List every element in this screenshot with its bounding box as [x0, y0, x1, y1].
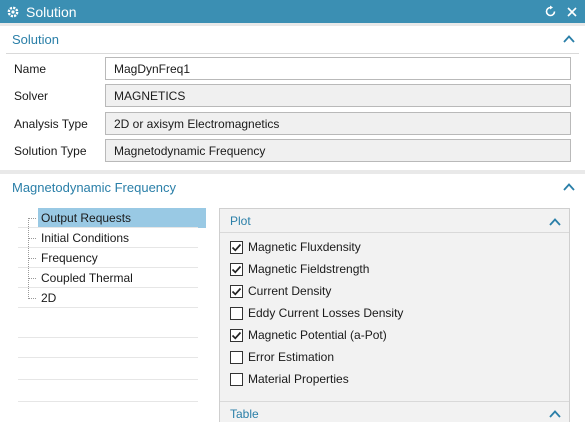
plot-option-checkbox[interactable]: Magnetic Fieldstrength: [230, 259, 369, 279]
solution-section-header: Solution: [12, 32, 59, 47]
analysis-type-field: 2D or axisym Electromagnetics: [105, 112, 571, 135]
plot-option-checkbox[interactable]: Magnetic Fluxdensity: [230, 237, 361, 257]
table-group-title: Table: [230, 407, 259, 421]
name-field[interactable]: MagDynFreq1: [105, 57, 571, 80]
plot-option-label: Eddy Current Losses Density: [248, 306, 404, 320]
checkbox-unchecked-icon[interactable]: [230, 372, 243, 386]
plot-option-label: Magnetic Fieldstrength: [248, 262, 370, 276]
tree-row-line: [18, 228, 198, 248]
tree-row-line: [18, 404, 198, 422]
plot-option-label: Error Estimation: [248, 350, 335, 364]
solver-label: Solver: [14, 89, 49, 103]
analysis-type-label: Analysis Type: [14, 117, 88, 131]
window-title: Solution: [26, 3, 77, 20]
mdf-section-header: Magnetodynamic Frequency: [12, 180, 177, 195]
output-requests-panel: Plot Magnetic Fluxdensity Magnetic Fields…: [219, 208, 570, 422]
table-group-header[interactable]: Table: [220, 401, 569, 422]
plot-option-label: Current Density: [248, 284, 332, 298]
reset-icon[interactable]: [543, 5, 557, 19]
tree-row-line: [18, 248, 198, 268]
chevron-up-icon[interactable]: [563, 33, 575, 43]
window-titlebar: Solution: [0, 0, 585, 23]
checkbox-checked-icon[interactable]: [230, 262, 243, 276]
plot-option-label: Magnetic Potential (a-Pot): [248, 328, 387, 342]
tree-row-line: [18, 360, 198, 380]
tree-row-line: [18, 268, 198, 288]
plot-group-title: Plot: [230, 214, 251, 228]
plot-option-checkbox[interactable]: Material Properties: [230, 369, 349, 389]
tree-row-line: [18, 338, 198, 358]
plot-option-label: Material Properties: [248, 372, 349, 386]
gear-icon: [6, 5, 20, 19]
tree-row-line: [18, 318, 198, 338]
checkbox-checked-icon[interactable]: [230, 328, 243, 342]
tree-row-line: [18, 208, 198, 228]
plot-group-header[interactable]: Plot: [220, 209, 569, 233]
solution-type-label: Solution Type: [14, 144, 87, 158]
name-row: Name MagDynFreq1: [0, 57, 585, 81]
checkbox-checked-icon[interactable]: [230, 284, 243, 298]
chevron-up-icon[interactable]: [563, 181, 575, 191]
magnetodynamic-frequency-section: Magnetodynamic Frequency Output Requests…: [0, 174, 585, 422]
analysis-type-row: Analysis Type 2D or axisym Electromagnet…: [0, 112, 585, 136]
tree-row-line: [18, 288, 198, 308]
close-icon[interactable]: [565, 5, 579, 19]
chevron-up-icon[interactable]: [549, 216, 561, 226]
plot-option-label: Magnetic Fluxdensity: [248, 240, 361, 254]
name-label: Name: [14, 62, 47, 76]
checkbox-unchecked-icon[interactable]: [230, 306, 243, 320]
tree-row-line: [18, 382, 198, 402]
checkbox-unchecked-icon[interactable]: [230, 350, 243, 364]
solution-tree: Output Requests Initial Conditions Frequ…: [18, 208, 208, 422]
plot-option-checkbox[interactable]: Current Density: [230, 281, 331, 301]
plot-option-checkbox[interactable]: Error Estimation: [230, 347, 334, 367]
solution-type-field: Magnetodynamic Frequency: [105, 139, 571, 162]
section-divider: [6, 53, 579, 54]
solver-row: Solver MAGNETICS: [0, 84, 585, 108]
solution-type-row: Solution Type Magnetodynamic Frequency: [0, 139, 585, 163]
checkbox-checked-icon[interactable]: [230, 240, 243, 254]
chevron-up-icon[interactable]: [549, 408, 561, 418]
plot-option-checkbox[interactable]: Magnetic Potential (a-Pot): [230, 325, 387, 345]
plot-option-checkbox[interactable]: Eddy Current Losses Density: [230, 303, 403, 323]
solver-field: MAGNETICS: [105, 84, 571, 107]
solution-section: Solution Name MagDynFreq1 Solver MAGNETI…: [0, 26, 585, 170]
